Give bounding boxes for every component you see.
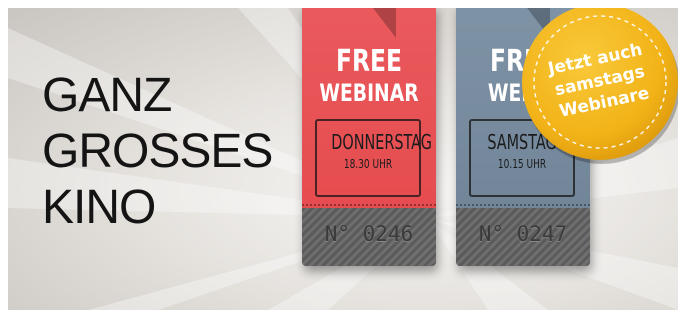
ticket-stub: N° 0246 [302,208,436,266]
headline-line: GANZ [42,69,172,122]
ticket-corner-shape [370,8,396,38]
ticket-webinar-label: WEBINAR [319,79,419,107]
ticket-number: N° 0246 [324,222,414,246]
saturday-badge[interactable]: Jetzt auch samstags Webinare [516,8,678,170]
ticket-thursday[interactable]: FREE WEBINAR DONNERSTAG 18.30 UHR N° 024… [302,8,436,266]
ticket-perforation [456,204,590,206]
ticket-time: 18.30 UHR [343,157,393,171]
ticket-free-label: FREE [336,44,402,79]
ticket-stub: N° 0247 [456,208,590,266]
promo-banner[interactable]: GANZ GROSSES KINO FREE WEBINAR DONNERSTA… [8,8,678,310]
ticket-perforation [302,204,436,206]
ticket-date-box: DONNERSTAG 18.30 UHR [315,119,432,197]
ticket-day: DONNERSTAG [331,130,432,154]
headline: GANZ GROSSES KINO [42,68,273,236]
headline-line: KINO [42,181,156,234]
ticket-number: N° 0247 [478,222,568,246]
headline-line: GROSSES [42,125,273,178]
